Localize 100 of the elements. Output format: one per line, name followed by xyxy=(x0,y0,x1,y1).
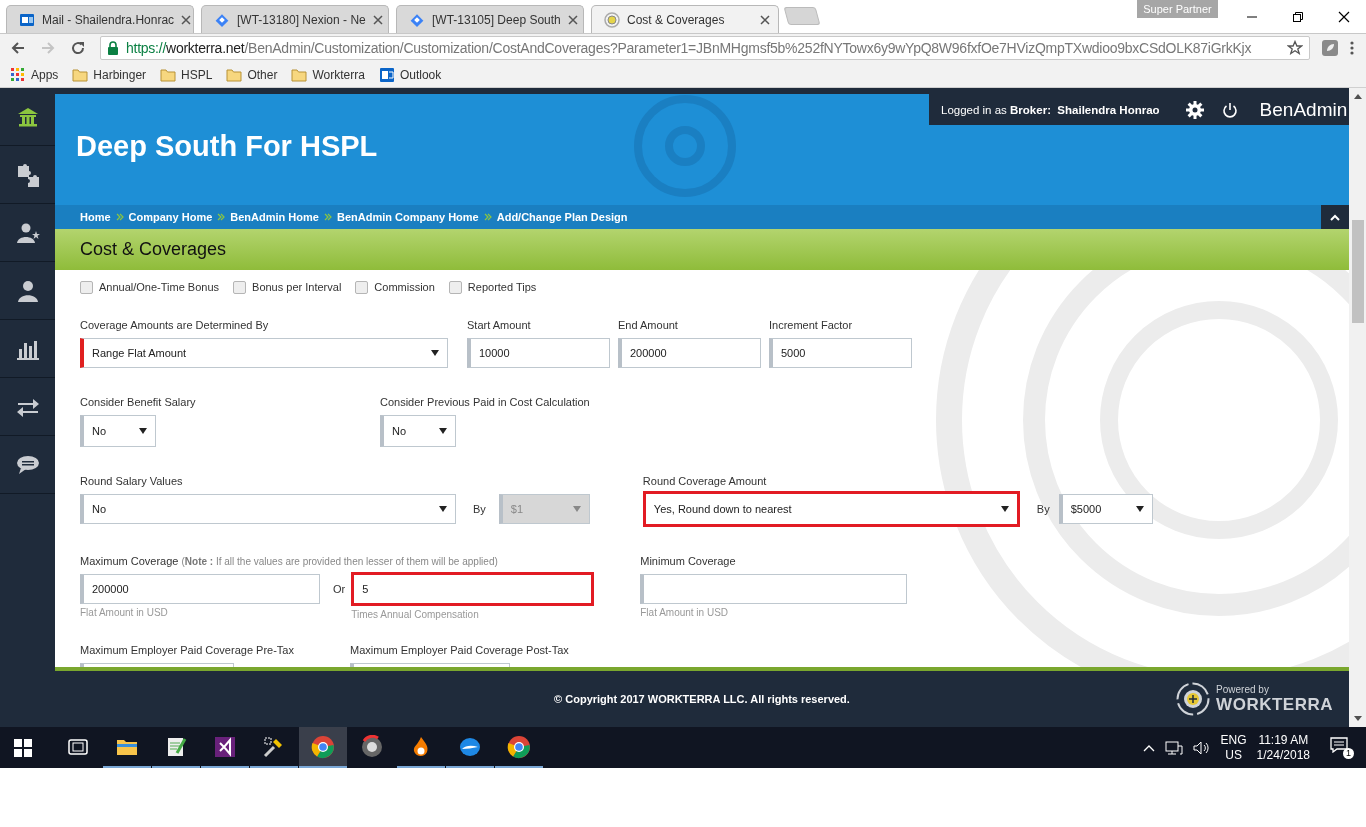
browser-icon xyxy=(507,734,531,759)
connector-text: By xyxy=(473,502,486,517)
page-icon xyxy=(604,11,620,28)
connector-text: Or xyxy=(333,582,346,597)
restore-icon[interactable] xyxy=(1292,10,1304,23)
caret-down-icon xyxy=(439,506,447,512)
bookmark[interactable]: Apps xyxy=(10,67,59,83)
breadcrumb-separator-icon xyxy=(483,213,492,221)
target-logo-icon xyxy=(1176,682,1211,716)
close-icon[interactable] xyxy=(760,14,770,25)
extension-icon[interactable] xyxy=(1321,39,1339,57)
mail-icon xyxy=(378,67,395,83)
checkbox-label: Annual/One-Time Bonus xyxy=(99,281,220,293)
field-label: Coverage Amounts are Determined By xyxy=(80,319,269,331)
field-hint: Times Annual Compensation xyxy=(351,609,479,620)
browser-tab[interactable]: [WT-13180] Nexion - Ne xyxy=(201,5,389,33)
more-icon[interactable] xyxy=(1350,40,1354,56)
section-title: Cost & Coverages xyxy=(80,239,227,260)
field-label: Round Coverage Amount xyxy=(642,475,767,487)
lock-icon xyxy=(107,41,119,55)
breadcrumb-separator-icon xyxy=(323,213,332,221)
checkbox-label: Commission xyxy=(374,281,435,293)
field-label: Start Amount xyxy=(467,319,531,331)
clock[interactable]: 11:19 AM 1/24/2018 xyxy=(1256,732,1310,763)
field-label: Consider Benefit Salary xyxy=(80,396,196,408)
breadcrumb-link[interactable]: Add/Change Plan Design xyxy=(496,211,628,223)
scrollbar[interactable] xyxy=(1349,88,1366,727)
field-label: Maximum Employer Paid Coverage Pre-Tax xyxy=(80,644,294,656)
url-text: https://workterra.net/BenAdmin/Customization/Customization/CostAndCoverages?Parameter1=JBnMHgmsf5b%252fNYTowx6y9wYpQ8W96fxfOe7HVizQmpTXwdioo9bxCSdOLK87iGrkKjx xyxy=(126,40,1253,56)
checkbox[interactable] xyxy=(80,280,93,294)
notification-count: 1 xyxy=(1343,747,1354,759)
input-field[interactable]: 5 xyxy=(351,572,595,606)
connector-text: By xyxy=(1036,502,1050,517)
breadcrumb-link[interactable]: Company Home xyxy=(128,211,213,223)
checkbox-label: Bonus per Interval xyxy=(252,281,342,293)
collapse-button[interactable] xyxy=(1321,205,1349,229)
close-icon[interactable] xyxy=(1338,10,1350,23)
dropdown[interactable]: Range Flat Amount xyxy=(80,338,448,368)
company-title: Deep South For HSPL xyxy=(75,129,378,164)
browser-tab[interactable]: Mail - Shailendra.Honrac xyxy=(6,5,194,33)
browser-tab[interactable]: [WT-13105] Deep South xyxy=(396,5,584,33)
bookmark[interactable]: Workterra xyxy=(291,67,365,83)
browser-tab[interactable]: Cost & Coverages xyxy=(591,5,779,33)
bookmark[interactable]: Harbinger xyxy=(72,67,147,83)
settings-icon[interactable] xyxy=(1185,100,1204,119)
input-field[interactable]: 10000 xyxy=(467,338,610,368)
scroll-thumb[interactable] xyxy=(1351,220,1364,323)
windows-start-icon[interactable] xyxy=(14,738,32,757)
input-field[interactable]: 200000 xyxy=(618,338,761,368)
copyright-text: © Copyright 2017 WORKTERRA LLC. All rights reserved. xyxy=(554,693,850,705)
field-label: Round Salary Values xyxy=(80,475,183,487)
powered-by-text: Powered by xyxy=(1216,683,1270,695)
folder-icon xyxy=(72,67,89,83)
apps-grid-icon xyxy=(10,67,26,83)
breadcrumb-link[interactable]: BenAdmin Home xyxy=(230,211,319,223)
caret-down-icon xyxy=(431,350,439,356)
volume-icon[interactable] xyxy=(1192,739,1211,756)
dropdown[interactable]: No xyxy=(380,415,456,447)
reload-icon[interactable] xyxy=(70,40,86,56)
caret-down-icon xyxy=(139,428,147,434)
breadcrumb-separator-icon xyxy=(217,213,226,221)
breadcrumb-separator-icon xyxy=(115,213,124,221)
caret-down-icon xyxy=(1135,506,1144,512)
folder-icon xyxy=(226,67,243,83)
caret-down-icon xyxy=(1000,506,1009,512)
input-field[interactable]: 200000 xyxy=(80,574,320,604)
field-label: End Amount xyxy=(618,319,678,331)
field-label: Maximum Employer Paid Coverage Post-Tax xyxy=(350,644,569,656)
input-field[interactable] xyxy=(640,574,908,604)
input-field[interactable]: 5000 xyxy=(769,338,912,368)
field-label: Consider Previous Paid in Cost Calculation xyxy=(380,396,590,408)
app-name: BenAdmin xyxy=(1259,98,1348,121)
dropdown[interactable]: $5000 xyxy=(1058,494,1153,524)
notification-button[interactable]: 1 xyxy=(1330,736,1354,759)
network-icon[interactable] xyxy=(1164,739,1183,756)
chevron-up-icon[interactable] xyxy=(1142,743,1155,752)
power-icon[interactable] xyxy=(1221,101,1238,118)
star-icon[interactable] xyxy=(1287,40,1303,56)
folder-icon xyxy=(160,67,177,83)
breadcrumb-link[interactable]: Home xyxy=(80,211,111,223)
dropdown[interactable]: No xyxy=(80,415,156,447)
checkbox[interactable] xyxy=(448,280,462,294)
address-bar[interactable]: https://workterra.net/BenAdmin/Customization/Customization/CostAndCoverages?Parameter1=JBnMHgmsf5b%252fNYTowx6y9wYpQ8W96fxfOe7HVizQmpTXwdioo9bxCSdOLK87iGrkKjx xyxy=(100,36,1310,60)
chevron-up-icon xyxy=(1330,213,1340,221)
back-icon[interactable] xyxy=(10,40,26,56)
bookmark[interactable]: HSPL xyxy=(160,67,213,83)
note-text: (Note : If all the values are provided then lesser of them will be applied) xyxy=(181,556,498,567)
puzzle-icon xyxy=(15,162,40,187)
app-icon xyxy=(360,734,384,759)
dropdown[interactable]: No xyxy=(80,494,456,524)
checkbox[interactable] xyxy=(355,280,369,294)
bookmark[interactable]: Other xyxy=(226,67,278,83)
browser-icon xyxy=(311,734,335,759)
scroll-down-icon xyxy=(1353,716,1362,721)
brand-name: WORKTERRA xyxy=(1216,694,1333,715)
dropdown[interactable]: Yes, Round down to nearest xyxy=(642,491,1020,527)
breadcrumb-link[interactable]: BenAdmin Company Home xyxy=(336,211,479,223)
bookmark[interactable]: Outlook xyxy=(378,67,442,83)
language-indicator[interactable]: ENG US xyxy=(1220,732,1247,763)
checkbox[interactable] xyxy=(233,280,247,294)
